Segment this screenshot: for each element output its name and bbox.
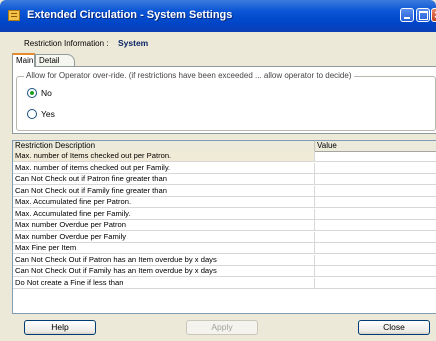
row-description: Can Not Check Out if Patron has an Item … — [13, 254, 315, 265]
tab-main[interactable]: Main — [12, 53, 35, 67]
apply-button[interactable]: Apply — [186, 320, 258, 335]
minimize-button[interactable] — [400, 8, 414, 22]
row-description: Do Not create a Fine if less than — [13, 277, 315, 288]
row-value-cell[interactable] — [315, 232, 436, 242]
table-row[interactable]: Max. Accumulated fine per Family. — [13, 208, 436, 220]
row-description: Max number Overdue per Family — [13, 231, 315, 242]
table-row[interactable]: Max. number of Items checked out per Pat… — [13, 151, 436, 162]
app-icon — [8, 10, 20, 21]
table-row[interactable]: Can Not Check out if Family fine greater… — [13, 185, 436, 197]
row-description: Max number Overdue per Patron — [13, 220, 315, 230]
row-value-cell[interactable] — [315, 220, 436, 230]
override-groupbox — [16, 76, 436, 131]
row-value-cell[interactable] — [315, 243, 436, 253]
row-value-cell[interactable] — [315, 163, 436, 173]
row-description: Max. Accumulated fine per Patron. — [13, 197, 315, 207]
override-no-radio[interactable] — [27, 88, 37, 98]
table-row[interactable]: Can Not Check out if Patron fine greater… — [13, 174, 436, 185]
table-row[interactable]: Max number Overdue per Patron — [13, 220, 436, 231]
override-group-title: Allow for Operator over-ride. (if restri… — [24, 71, 354, 80]
row-description: Can Not Check out if Patron fine greater… — [13, 174, 315, 184]
column-header-value[interactable]: Value — [315, 141, 436, 151]
close-button[interactable]: Close — [358, 320, 430, 335]
row-value-cell[interactable] — [315, 186, 436, 196]
row-value-cell[interactable] — [315, 266, 436, 276]
column-header-description[interactable]: Restriction Description — [13, 141, 315, 151]
row-description: Max. number of items checked out per Fam… — [13, 162, 315, 173]
restriction-info-value: System — [118, 38, 149, 48]
table-row[interactable]: Can Not Check Out if Family has an Item … — [13, 266, 436, 277]
window-title: Extended Circulation - System Settings — [27, 9, 233, 21]
tab-detail[interactable]: Detail — [35, 54, 75, 66]
title-bar[interactable]: Extended Circulation - System Settings — [0, 0, 436, 32]
row-description: Max. number of Items checked out per Pat… — [13, 151, 315, 161]
row-value-cell[interactable] — [315, 174, 436, 184]
row-value-cell[interactable] — [315, 197, 436, 207]
override-yes-radio[interactable] — [27, 109, 37, 119]
table-row[interactable]: Do Not create a Fine if less than — [13, 277, 436, 289]
row-value-cell[interactable] — [315, 255, 436, 265]
override-no-label[interactable]: No — [41, 88, 52, 98]
row-value-cell[interactable] — [315, 209, 436, 219]
row-description: Max. Accumulated fine per Family. — [13, 208, 315, 219]
row-description: Can Not Check Out if Family has an Item … — [13, 266, 315, 276]
table-row[interactable]: Max. Accumulated fine per Patron. — [13, 197, 436, 208]
maximize-button[interactable] — [416, 8, 430, 22]
override-yes-label[interactable]: Yes — [41, 109, 55, 119]
restriction-info-label: Restriction Information : — [24, 39, 109, 48]
table-row[interactable]: Max number Overdue per Family — [13, 231, 436, 243]
settings-window: Extended Circulation - System Settings R… — [0, 0, 436, 341]
row-description: Max Fine per Item — [13, 243, 315, 253]
row-value-cell[interactable] — [315, 278, 436, 288]
restrictions-grid[interactable]: Restriction Description Value Max. numbe… — [12, 140, 436, 314]
row-description: Can Not Check out if Family fine greater… — [13, 185, 315, 196]
table-row[interactable]: Max Fine per Item — [13, 243, 436, 254]
help-button[interactable]: Help — [24, 320, 96, 335]
table-row[interactable]: Can Not Check Out if Patron has an Item … — [13, 254, 436, 266]
close-window-button[interactable] — [431, 7, 436, 22]
table-row[interactable]: Max. number of items checked out per Fam… — [13, 162, 436, 174]
row-value-cell[interactable] — [315, 151, 436, 161]
